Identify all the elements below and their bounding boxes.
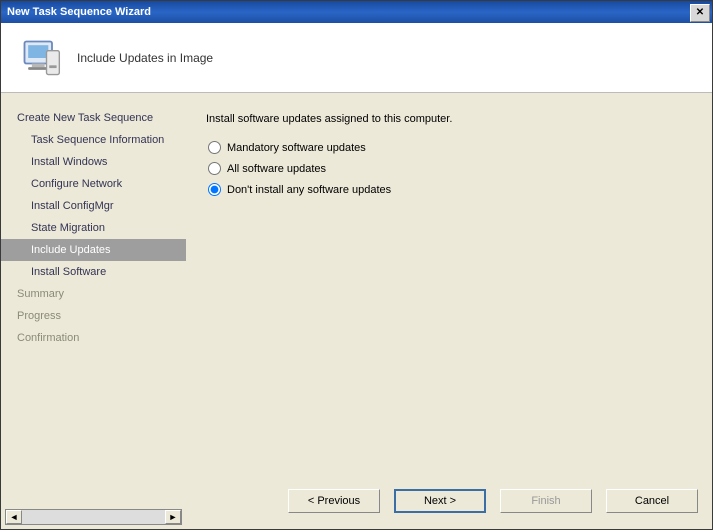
- radio-all-updates[interactable]: [208, 162, 221, 175]
- close-button[interactable]: ✕: [690, 4, 710, 22]
- sidebar-horizontal-scrollbar[interactable]: ◄ ►: [5, 509, 182, 525]
- content-prompt: Install software updates assigned to thi…: [206, 113, 698, 125]
- scroll-left-arrow-icon[interactable]: ◄: [6, 510, 22, 524]
- nav-item-install-windows[interactable]: Install Windows: [1, 151, 186, 173]
- cancel-button[interactable]: Cancel: [606, 489, 698, 513]
- wizard-nav-sidebar: Create New Task Sequence Task Sequence I…: [1, 93, 186, 529]
- wizard-window: New Task Sequence Wizard ✕ Include Updat…: [0, 0, 713, 530]
- scroll-right-arrow-icon[interactable]: ►: [165, 510, 181, 524]
- nav-item-summary: Summary: [1, 283, 186, 305]
- radio-mandatory-updates[interactable]: [208, 141, 221, 154]
- wizard-button-row: < Previous Next > Finish Cancel: [206, 489, 698, 513]
- next-button[interactable]: Next >: [394, 489, 486, 513]
- titlebar: New Task Sequence Wizard ✕: [1, 1, 712, 23]
- close-icon: ✕: [696, 7, 704, 18]
- nav-item-install-software[interactable]: Install Software: [1, 261, 186, 283]
- page-heading: Include Updates in Image: [77, 51, 213, 65]
- nav-item-state-migration[interactable]: State Migration: [1, 217, 186, 239]
- nav-item-create-new-task-sequence[interactable]: Create New Task Sequence: [1, 107, 186, 129]
- nav-item-confirmation: Confirmation: [1, 327, 186, 349]
- radio-no-updates[interactable]: [208, 183, 221, 196]
- wizard-header: Include Updates in Image: [1, 23, 712, 93]
- finish-button: Finish: [500, 489, 592, 513]
- computer-icon: [19, 36, 63, 80]
- nav-item-install-configmgr[interactable]: Install ConfigMgr: [1, 195, 186, 217]
- window-title: New Task Sequence Wizard: [7, 6, 151, 18]
- radio-row-mandatory-updates[interactable]: Mandatory software updates: [206, 137, 698, 158]
- wizard-content-pane: Install software updates assigned to thi…: [186, 93, 712, 529]
- nav-item-task-sequence-information[interactable]: Task Sequence Information: [1, 129, 186, 151]
- nav-item-progress: Progress: [1, 305, 186, 327]
- previous-button[interactable]: < Previous: [288, 489, 380, 513]
- nav-item-include-updates[interactable]: Include Updates: [1, 239, 186, 261]
- radio-row-no-updates[interactable]: Don't install any software updates: [206, 179, 698, 200]
- radio-label-mandatory-updates: Mandatory software updates: [227, 142, 366, 154]
- radio-row-all-updates[interactable]: All software updates: [206, 158, 698, 179]
- nav-item-configure-network[interactable]: Configure Network: [1, 173, 186, 195]
- radio-label-all-updates: All software updates: [227, 163, 326, 175]
- wizard-body: Create New Task Sequence Task Sequence I…: [1, 93, 712, 529]
- radio-label-no-updates: Don't install any software updates: [227, 184, 391, 196]
